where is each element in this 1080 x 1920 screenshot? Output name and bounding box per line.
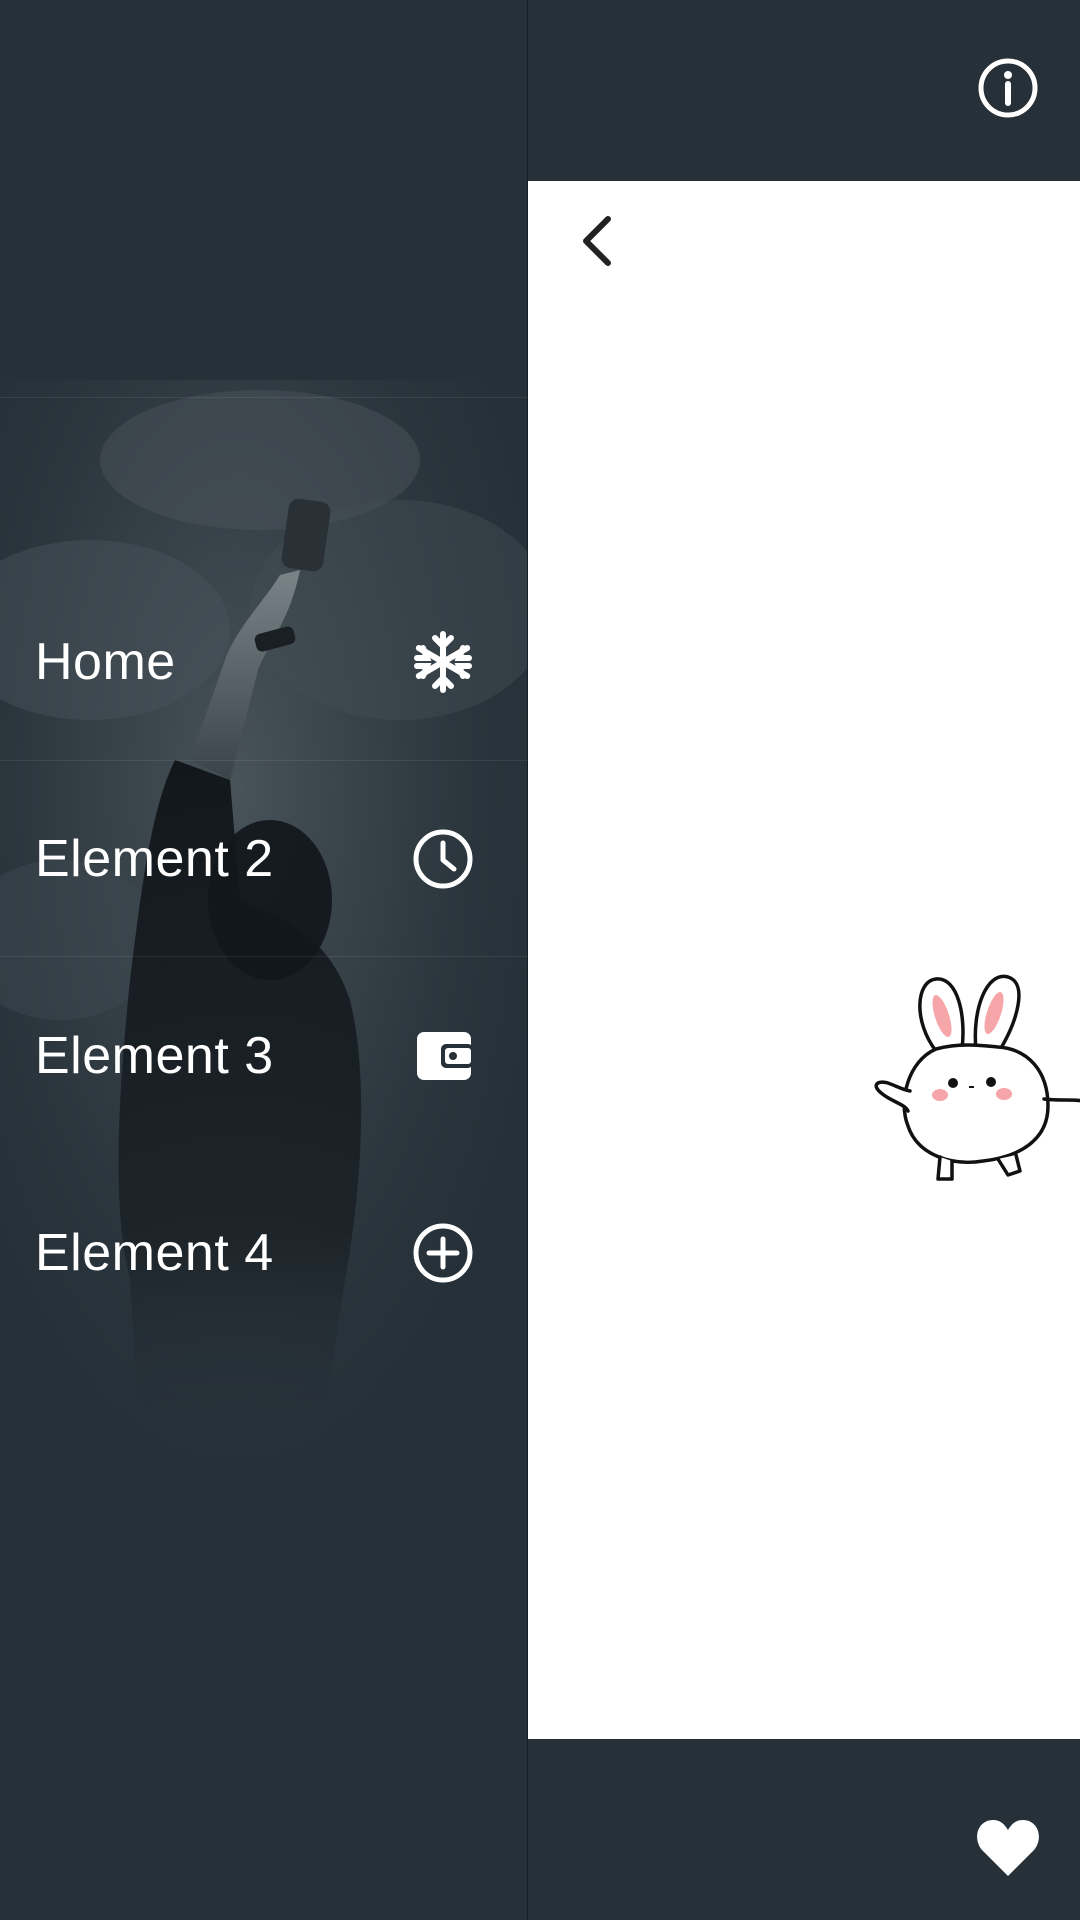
drawer-item-label: Element 4 xyxy=(35,1224,274,1282)
drawer-item-label: Element 2 xyxy=(35,830,274,888)
app-screen: Home Element 2 Element 3 Element 4 xyxy=(0,0,1080,1920)
info-icon xyxy=(978,58,1038,118)
drawer-item-label: Home xyxy=(35,633,176,691)
drawer-item-home[interactable]: Home xyxy=(0,564,527,760)
wallet-icon xyxy=(411,1024,475,1088)
add-circle-icon xyxy=(411,1221,475,1285)
info-button[interactable] xyxy=(976,56,1040,120)
divider xyxy=(0,956,527,957)
chevron-left-icon xyxy=(583,216,611,266)
bunny-sticker xyxy=(874,974,1080,1181)
content-card xyxy=(528,181,1080,1739)
favorite-button[interactable] xyxy=(974,1816,1042,1880)
drawer-item-element-4[interactable]: Element 4 xyxy=(0,1155,527,1351)
navigation-drawer: Home Element 2 Element 3 Element 4 xyxy=(0,0,527,1920)
drawer-item-label: Element 3 xyxy=(35,1027,274,1085)
back-button[interactable] xyxy=(568,211,628,271)
divider xyxy=(0,397,527,398)
drawer-item-element-3[interactable]: Element 3 xyxy=(0,958,527,1154)
snowflake-icon xyxy=(411,630,475,694)
heart-icon xyxy=(977,1820,1039,1876)
drawer-item-element-2[interactable]: Element 2 xyxy=(0,761,527,957)
clock-icon xyxy=(411,827,475,891)
